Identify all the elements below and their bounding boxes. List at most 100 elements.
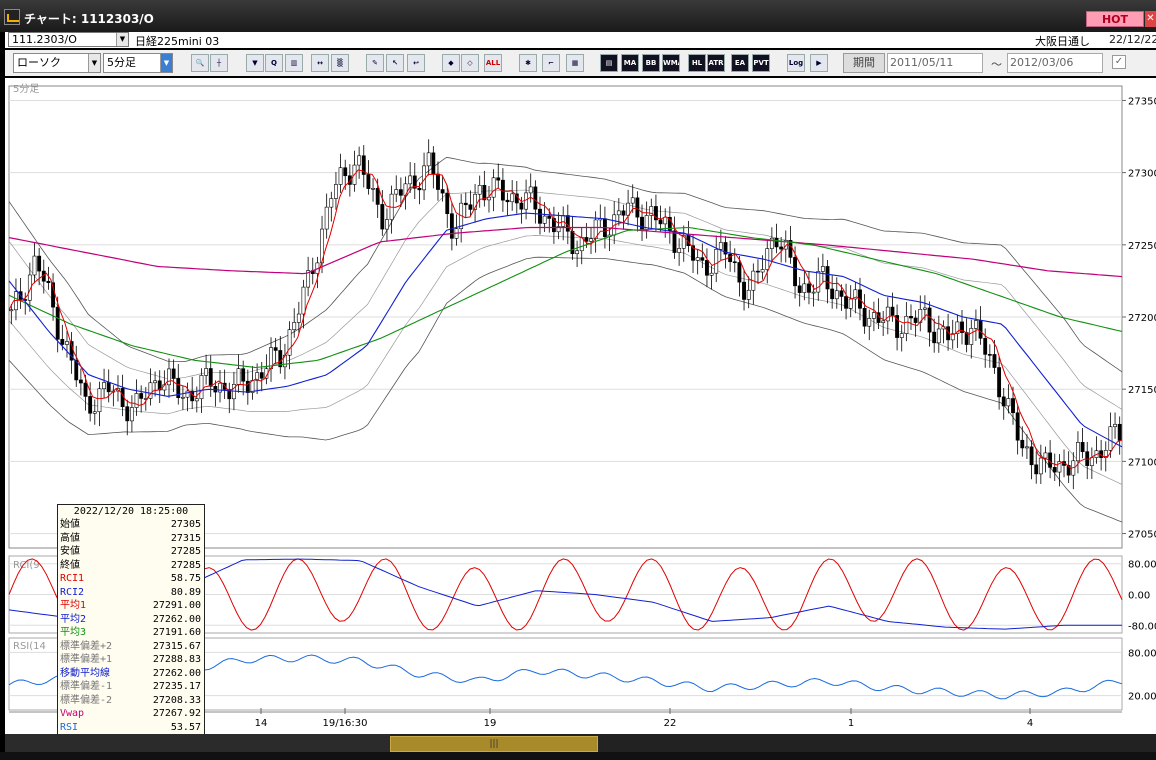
candle-body: [630, 197, 635, 204]
candle-a-icon[interactable]: ◆: [442, 54, 460, 72]
log-icon[interactable]: Log: [787, 54, 805, 72]
candle-body: [1043, 452, 1048, 459]
symbol-date: 22/12/22: [1109, 33, 1156, 46]
chart-type-select[interactable]: ローソク ▼: [13, 53, 101, 73]
price-tick-label: 27150: [1128, 385, 1156, 396]
symbol-code-input[interactable]: 111.2303/O ▼: [8, 32, 129, 47]
candle-body: [589, 238, 593, 242]
hot-button[interactable]: HOT: [1086, 11, 1144, 27]
disabled-icon[interactable]: ▒: [331, 54, 349, 72]
info-label: 標準偏差+2: [60, 640, 113, 652]
info-value: 27267.92: [152, 708, 201, 719]
candle-body: [969, 328, 974, 345]
candle-b-icon[interactable]: ◇: [461, 54, 479, 72]
candle-body: [106, 382, 111, 393]
candle-body: [932, 331, 937, 344]
split-icon[interactable]: ↔: [311, 54, 329, 72]
candle-body: [663, 216, 668, 225]
rci-tick-label: 0.00: [1128, 591, 1150, 602]
candle-body: [371, 188, 375, 190]
palette-icon[interactable]: ▦: [566, 54, 584, 72]
hl-icon[interactable]: HL: [688, 54, 706, 72]
candle-body: [899, 333, 904, 338]
info-label: 高値: [60, 532, 80, 544]
symbol-name: 日経225mini 03: [135, 35, 220, 48]
info-label: 終値: [60, 559, 80, 571]
arrow-icon[interactable]: ↖: [386, 54, 404, 72]
close-icon[interactable]: ✕: [1145, 11, 1156, 27]
chart-area[interactable]: 27350 27300 27250 27200 27150 27100 27050 5分足 80…: [5, 78, 1156, 736]
zoom-icon[interactable]: Q: [265, 54, 283, 72]
scroll-thumb[interactable]: |||: [390, 736, 598, 752]
candle-body: [236, 368, 241, 385]
info-row: 高値 27315: [58, 532, 204, 546]
candle-body: [449, 213, 454, 239]
interval-select[interactable]: 5分足 ▼: [103, 53, 173, 73]
scroll-track[interactable]: [5, 734, 390, 752]
period-button[interactable]: 期間: [843, 53, 885, 73]
all-icon[interactable]: ALL: [484, 54, 502, 72]
chevron-down-icon[interactable]: ▼: [88, 54, 100, 72]
rci-tick-label: 80.00: [1128, 560, 1156, 571]
info-label: 平均3: [60, 627, 87, 638]
wma-icon[interactable]: WMA: [662, 54, 680, 72]
crosshair-icon[interactable]: ┼: [210, 54, 228, 72]
info-row: RSI 53.57: [58, 721, 204, 735]
info-value: 80.89: [170, 586, 201, 598]
candle-body: [705, 260, 709, 276]
chevron-down-icon[interactable]: ▼: [116, 33, 128, 46]
date-from-field[interactable]: 2011/05/11: [887, 53, 983, 73]
candle-body: [357, 155, 362, 166]
export-icon[interactable]: ▶: [810, 54, 828, 72]
candle-body: [1113, 423, 1117, 428]
candle-body: [640, 216, 644, 231]
candle-body: [97, 388, 102, 413]
ma-icon[interactable]: MA: [621, 54, 639, 72]
price-tick-label: 27300: [1128, 169, 1156, 180]
price-tick-label: 27050: [1128, 530, 1156, 541]
tool-a-icon[interactable]: ▼: [246, 54, 264, 72]
undo-icon[interactable]: ↩: [407, 54, 425, 72]
candle-body: [375, 188, 380, 205]
chevron-down-icon[interactable]: ▼: [160, 54, 172, 72]
brush-icon[interactable]: ⌐: [542, 54, 560, 72]
info-label: RSI: [60, 721, 79, 733]
candle-body: [848, 298, 853, 309]
candle-body: [505, 199, 510, 203]
magnify-icon[interactable]: 🔍: [191, 54, 209, 72]
atr-icon[interactable]: ATR: [707, 54, 725, 72]
candle-body: [1089, 457, 1094, 466]
chart-app-icon: [4, 9, 20, 25]
candle-body: [978, 320, 983, 339]
candle-body: [292, 322, 297, 331]
checkbox[interactable]: ✓: [1112, 55, 1126, 69]
x-tick-label: 4: [1027, 718, 1033, 729]
ea-icon[interactable]: EA: [731, 54, 749, 72]
candle-body: [927, 307, 932, 333]
candle-body: [746, 289, 751, 300]
info-value: 27208.33: [152, 694, 201, 706]
candle-body: [408, 175, 413, 185]
bars-icon[interactable]: ▥: [285, 54, 303, 72]
info-value: 53.57: [170, 721, 201, 733]
candle-body: [732, 261, 737, 264]
pvt-icon[interactable]: PVT: [752, 54, 770, 72]
chart-scrollbar[interactable]: |||: [5, 734, 1156, 752]
candle-body: [92, 411, 97, 414]
candle-body: [672, 230, 677, 253]
candle-body: [65, 341, 69, 345]
info-row: 平均1 27291.00: [58, 599, 204, 613]
candle-body: [208, 368, 213, 387]
date-to-field[interactable]: 2012/03/06: [1007, 53, 1103, 73]
candle-body: [445, 192, 450, 215]
pen-icon[interactable]: ✎: [366, 54, 384, 72]
candle-body: [802, 283, 807, 293]
candle-body: [913, 317, 918, 323]
candle-ind-icon[interactable]: ▤: [600, 54, 618, 72]
candle-body: [524, 192, 529, 210]
bb-icon[interactable]: BB: [642, 54, 660, 72]
date-separator: ～: [991, 58, 1002, 71]
info-value: 27191.60: [152, 627, 201, 638]
settings-icon[interactable]: ✱: [519, 54, 537, 72]
info-row: RCI1 58.75: [58, 572, 204, 586]
